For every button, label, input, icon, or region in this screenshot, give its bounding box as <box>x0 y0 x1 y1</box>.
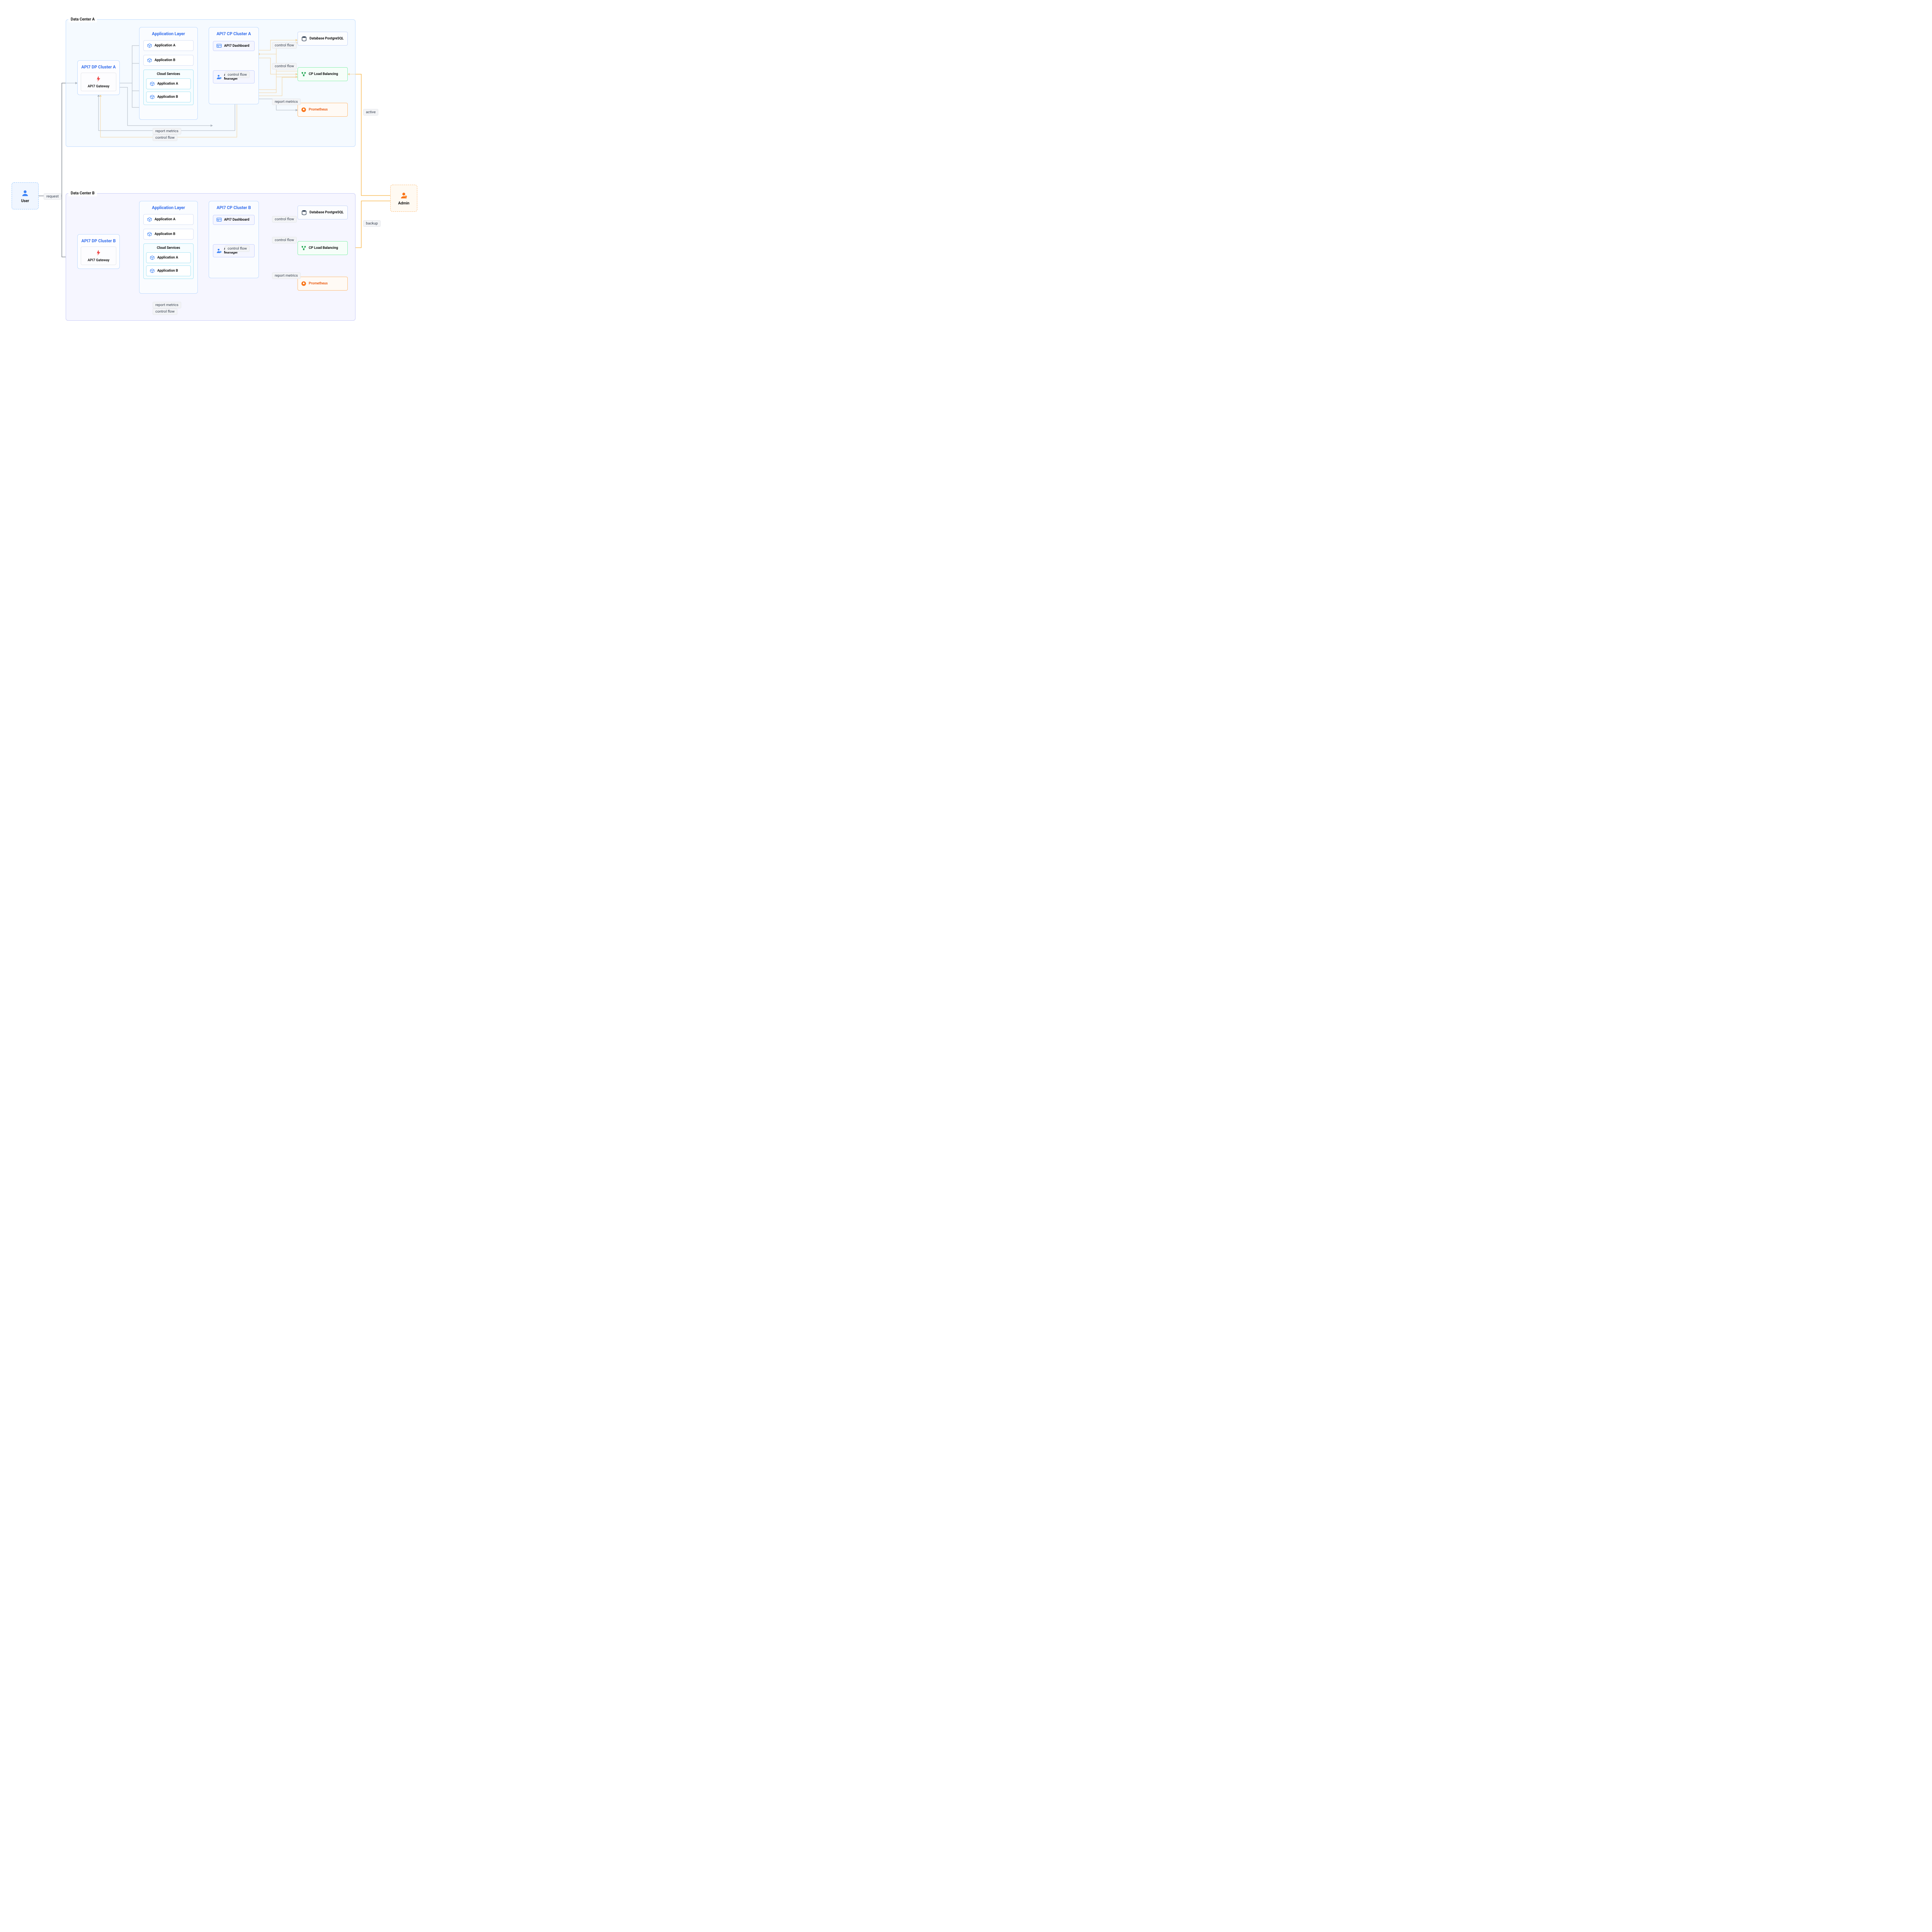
gateway-b-label: API7 Gateway <box>83 259 114 262</box>
cp-load-balancing-a: CP Load Balancing <box>298 67 348 81</box>
api7-dashboard-b: API7 Dashboard <box>213 215 255 225</box>
app-layer-b-title: Application Layer <box>139 201 197 210</box>
cloud-app-b-b: Application B <box>146 265 191 276</box>
api7-dashboard-a: API7 Dashboard <box>213 41 255 51</box>
admin-actor: Admin <box>390 185 417 212</box>
cp-cluster-b: API7 CP Cluster B API7 Dashboard API7 DP… <box>209 201 259 278</box>
gateway-a-label: API7 Gateway <box>83 85 114 88</box>
app-b-card: Application B <box>143 55 194 66</box>
cp-cluster-a-title: API7 CP Cluster A <box>209 27 259 36</box>
dc-a-title: Data Center A <box>68 17 97 22</box>
ctrl-flow-b1: control flow <box>272 216 297 223</box>
cp-load-balancing-b: CP Load Balancing <box>298 241 348 255</box>
app-b-card-b: Application B <box>143 229 194 240</box>
cloud-services-a-title: Cloud Services <box>146 72 191 76</box>
ctrl-flow-a2: control flow <box>272 63 297 70</box>
backup-label: backup <box>363 220 381 227</box>
app-layer-b: Application Layer Application A Applicat… <box>139 201 198 294</box>
active-label: active <box>363 109 378 116</box>
report-b2: report metrics <box>153 302 181 308</box>
dc-b-title: Data Center B <box>68 190 97 196</box>
ctrl-flow-a1: control flow <box>272 42 297 49</box>
report-b1: report metrics <box>272 272 301 279</box>
dp-cluster-b-title: API7 DP Cluster B <box>78 235 119 243</box>
admin-label: Admin <box>398 201 409 206</box>
prometheus-a: Prometheus <box>298 103 348 117</box>
ctrl-flow-a3: control flow <box>225 71 250 78</box>
cp-cluster-a: API7 CP Cluster A API7 Dashboard API7 DP… <box>209 27 259 104</box>
cloud-services-b-title: Cloud Services <box>146 246 191 250</box>
user-label: User <box>21 199 29 203</box>
app-layer-a: Application Layer Application A Applicat… <box>139 27 198 120</box>
dp-cluster-b: API7 DP Cluster B API7 Gateway <box>77 234 120 269</box>
user-actor: User <box>12 182 39 209</box>
cp-cluster-b-title: API7 CP Cluster B <box>209 201 259 210</box>
ctrl-flow-b2: control flow <box>272 237 297 243</box>
app-a-card-b: Application A <box>143 214 194 225</box>
database-postgresql-a: Database PostgreSQL <box>298 32 348 46</box>
report-a2: report metrics <box>153 128 181 134</box>
ctrl-flow-a4: control flow <box>153 134 177 141</box>
cloud-app-a: Application A <box>146 78 191 89</box>
ctrl-flow-b4: control flow <box>153 308 177 315</box>
ctrl-flow-b3: control flow <box>225 245 250 252</box>
dp-cluster-a-title: API7 DP Cluster A <box>78 61 119 70</box>
request-label: request <box>44 193 61 200</box>
dp-cluster-a: API7 DP Cluster A API7 Gateway <box>77 60 120 95</box>
app-a-card: Application A <box>143 40 194 51</box>
app-layer-a-title: Application Layer <box>139 27 197 36</box>
cloud-app-a-b: Application A <box>146 252 191 263</box>
prometheus-b: Prometheus <box>298 277 348 291</box>
database-postgresql-b: Database PostgreSQL <box>298 206 348 219</box>
report-a1: report metrics <box>272 99 301 105</box>
cloud-app-b: Application B <box>146 92 191 102</box>
